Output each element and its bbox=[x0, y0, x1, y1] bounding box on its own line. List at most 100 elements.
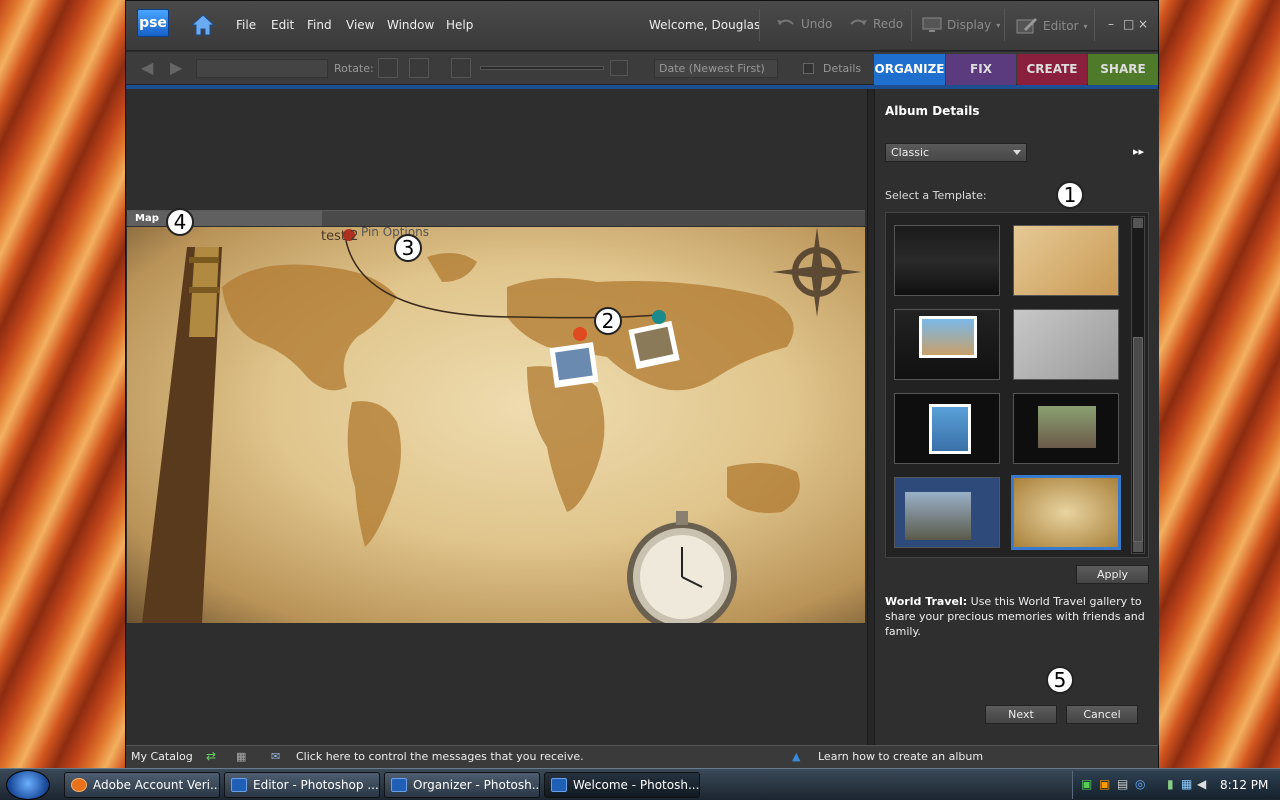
start-button[interactable] bbox=[6, 770, 50, 800]
undo-button[interactable]: Undo bbox=[776, 17, 832, 31]
close-button[interactable]: × bbox=[1138, 17, 1148, 31]
style-dropdown-value: Classic bbox=[891, 146, 930, 159]
map-title-bar: Map bbox=[127, 210, 865, 226]
apply-button[interactable]: Apply bbox=[1076, 565, 1149, 584]
menu-edit[interactable]: Edit bbox=[271, 18, 294, 32]
template-thumbnail[interactable] bbox=[894, 477, 1000, 548]
taskbar-item-label: Welcome - Photosh... bbox=[573, 778, 700, 792]
display-label: Display bbox=[947, 18, 992, 32]
pane-splitter[interactable] bbox=[867, 89, 875, 745]
redo-label: Redo bbox=[873, 17, 904, 31]
template-description: World Travel: Use this World Travel gall… bbox=[885, 594, 1153, 639]
taskbar-item-editor[interactable]: Editor - Photoshop ... bbox=[224, 772, 380, 798]
pse-logo: pse bbox=[137, 9, 169, 37]
zoom-slider[interactable] bbox=[480, 66, 604, 70]
taskbar-item-organizer[interactable]: Organizer - Photosh... bbox=[384, 772, 540, 798]
album-details-panel: Album Details Classic ▸▸ Select a Templa… bbox=[875, 89, 1159, 745]
menu-view[interactable]: View bbox=[346, 18, 374, 32]
template-thumbnail[interactable] bbox=[894, 393, 1000, 464]
learn-link[interactable]: Learn how to create an album bbox=[818, 750, 983, 763]
taskbar-item-firefox[interactable]: Adobe Account Veri... bbox=[64, 772, 220, 798]
tray-app-icon[interactable]: ◎ bbox=[1135, 777, 1145, 791]
welcome-text: Welcome, Douglas bbox=[649, 18, 761, 32]
update-icon[interactable]: ▣ bbox=[1099, 777, 1110, 791]
scroll-thumb[interactable] bbox=[1133, 337, 1143, 542]
thumbnail-view-icon[interactable] bbox=[451, 58, 471, 78]
home-icon[interactable] bbox=[189, 11, 217, 39]
tab-create[interactable]: CREATE bbox=[1017, 54, 1087, 85]
pin-options-link[interactable]: Pin Options bbox=[361, 227, 429, 239]
style-dropdown[interactable]: Classic bbox=[885, 143, 1027, 162]
minimize-button[interactable]: – bbox=[1108, 17, 1114, 31]
windows-taskbar: Adobe Account Veri... Editor - Photoshop… bbox=[0, 768, 1280, 800]
redo-button[interactable]: Redo bbox=[848, 17, 903, 31]
tab-share[interactable]: SHARE bbox=[1088, 54, 1158, 85]
tab-organize[interactable]: ORGANIZE bbox=[874, 54, 945, 85]
catalog-label[interactable]: My Catalog bbox=[131, 750, 193, 763]
template-thumbnail-selected[interactable] bbox=[1011, 475, 1121, 550]
fast-forward-icon[interactable]: ▸▸ bbox=[1133, 145, 1144, 158]
callout-3: 3 bbox=[394, 234, 422, 262]
battery-icon[interactable]: ▮ bbox=[1167, 777, 1174, 791]
template-thumbnail[interactable] bbox=[894, 225, 1000, 296]
help-person-icon: ▲ bbox=[792, 750, 801, 763]
back-arrow-icon[interactable]: ◀ bbox=[141, 58, 153, 77]
fit-view-icon[interactable] bbox=[610, 60, 628, 76]
sort-dropdown[interactable]: Date (Newest First) bbox=[654, 59, 778, 78]
next-button[interactable]: Next bbox=[985, 705, 1057, 724]
map-artwork bbox=[142, 227, 862, 623]
menu-find[interactable]: Find bbox=[307, 18, 332, 32]
compass-illustration bbox=[772, 227, 862, 317]
monitor-icon bbox=[922, 17, 942, 32]
messages-link[interactable]: Click here to control the messages that … bbox=[296, 750, 584, 763]
display-button[interactable]: Display ▾ bbox=[922, 17, 1000, 33]
sync-icon[interactable]: ⇄ bbox=[206, 749, 216, 763]
scroll-up-icon[interactable] bbox=[1133, 218, 1143, 228]
pse-icon bbox=[231, 778, 247, 792]
rotate-right-icon[interactable] bbox=[409, 58, 429, 78]
menu-help[interactable]: Help bbox=[446, 18, 473, 32]
menu-file[interactable]: File bbox=[236, 18, 256, 32]
template-thumbnail[interactable] bbox=[1013, 225, 1119, 296]
wifi-icon[interactable]: ▦ bbox=[1181, 777, 1192, 791]
template-name: World Travel: bbox=[885, 595, 968, 608]
pin-label: test 2 bbox=[321, 229, 359, 244]
callout-1: 1 bbox=[1056, 181, 1084, 209]
menu-window[interactable]: Window bbox=[387, 18, 434, 32]
tab-fix[interactable]: FIX bbox=[946, 54, 1016, 85]
rotate-left-icon[interactable] bbox=[378, 58, 398, 78]
search-field[interactable] bbox=[196, 59, 328, 78]
cancel-button[interactable]: Cancel bbox=[1066, 705, 1138, 724]
template-thumbnail[interactable] bbox=[894, 309, 1000, 380]
separator bbox=[759, 9, 760, 41]
volume-icon[interactable]: ◀ bbox=[1197, 777, 1206, 791]
scroll-down-icon[interactable] bbox=[1133, 542, 1143, 552]
world-travel-map[interactable]: test 2 Pin Options bbox=[127, 227, 865, 623]
callout-5: 5 bbox=[1046, 666, 1074, 694]
status-bar: My Catalog ⇄ ▦ ✉ Click here to control t… bbox=[126, 745, 1158, 768]
editor-icon bbox=[1016, 18, 1037, 34]
pocket-watch-illustration bbox=[627, 511, 737, 623]
undo-label: Undo bbox=[801, 17, 833, 31]
map-title: Map bbox=[135, 213, 159, 224]
separator bbox=[911, 9, 912, 41]
separator bbox=[1094, 9, 1095, 41]
details-checkbox[interactable] bbox=[803, 63, 814, 74]
taskbar-item-label: Adobe Account Veri... bbox=[93, 778, 220, 792]
pse-icon bbox=[551, 778, 567, 792]
template-thumbnail[interactable] bbox=[1013, 393, 1119, 464]
forward-arrow-icon[interactable]: ▶ bbox=[170, 58, 182, 77]
panel-title: Album Details bbox=[885, 104, 980, 118]
editor-button[interactable]: Editor ▾ bbox=[1016, 17, 1088, 35]
tray-app-icon[interactable]: ▤ bbox=[1117, 777, 1128, 791]
callout-4: 4 bbox=[166, 208, 194, 236]
taskbar-item-label: Organizer - Photosh... bbox=[413, 778, 540, 792]
maximize-button[interactable]: □ bbox=[1123, 17, 1134, 31]
network-icon[interactable]: ▣ bbox=[1081, 777, 1092, 791]
taskbar-item-label: Editor - Photoshop ... bbox=[253, 778, 379, 792]
scanner-icon[interactable]: ▦ bbox=[236, 750, 246, 763]
taskbar-item-welcome[interactable]: Welcome - Photosh... bbox=[544, 772, 700, 798]
envelope-icon[interactable]: ✉ bbox=[271, 750, 280, 763]
template-thumbnail[interactable] bbox=[1013, 309, 1119, 380]
template-scrollbar[interactable] bbox=[1131, 216, 1145, 554]
